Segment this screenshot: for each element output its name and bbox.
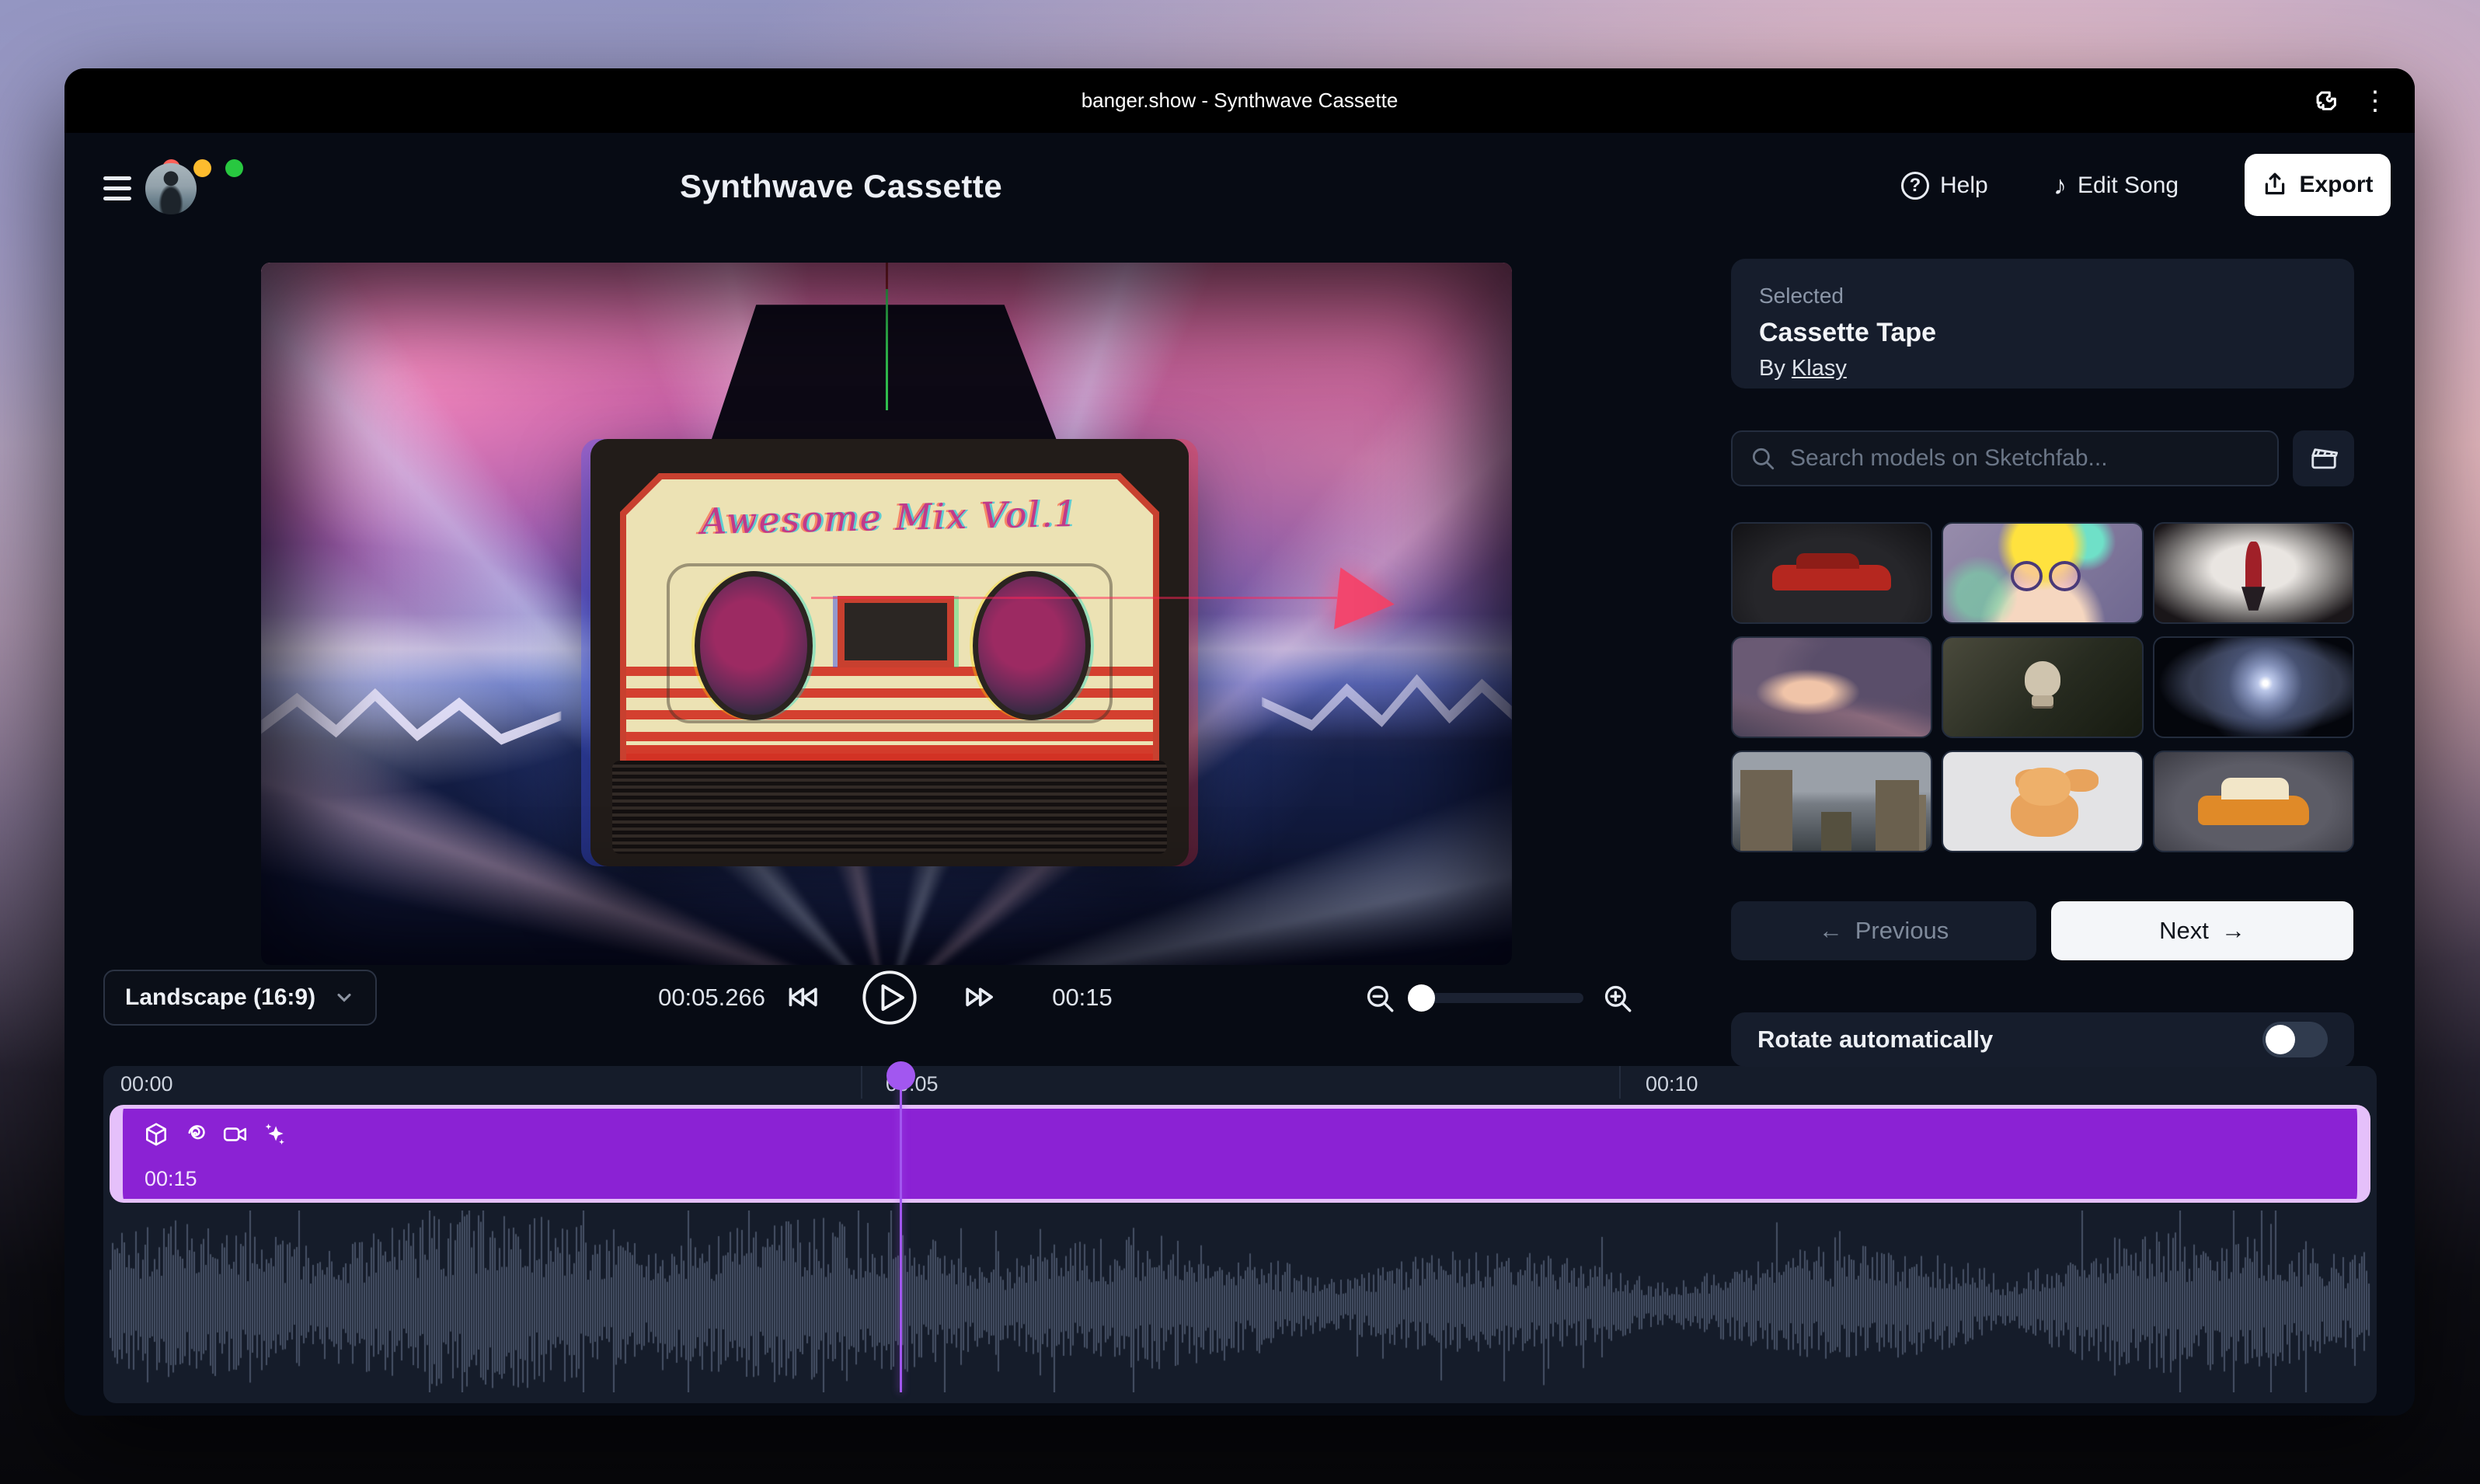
clip-duration: 00:15 <box>145 1167 197 1191</box>
timeline-zoom-slider[interactable] <box>1412 993 1583 1003</box>
spiral-icon <box>183 1121 209 1148</box>
rotate-setting-card: Rotate automatically <box>1731 1012 2354 1067</box>
thumbnail-red-sports-car[interactable] <box>1731 522 1932 624</box>
fast-forward-button[interactable] <box>962 970 998 1026</box>
thumbnail-abandoned-city[interactable] <box>1731 751 1932 852</box>
playhead-handle[interactable] <box>886 1061 915 1090</box>
ruler-tick: 00:00 <box>120 1072 173 1096</box>
ruler-separator <box>1619 1066 1621 1099</box>
search-icon <box>1750 445 1776 472</box>
total-duration: 00:15 <box>1036 970 1129 1026</box>
next-label: Next <box>2159 917 2209 945</box>
ruler-separator <box>861 1066 862 1099</box>
thumbnail-orange-toy-car[interactable] <box>2153 751 2354 852</box>
app-window: banger.show - Synthwave Cassette ⋮ Synth… <box>64 68 2415 1416</box>
playhead-line[interactable] <box>900 1086 902 1392</box>
edit-song-label: Edit Song <box>2078 172 2179 199</box>
sparkles-icon <box>262 1121 288 1148</box>
export-icon <box>2262 172 2288 198</box>
model-search[interactable] <box>1731 430 2279 486</box>
model-grid <box>1731 522 2354 852</box>
selected-model-name: Cassette Tape <box>1759 318 2326 348</box>
selected-label: Selected <box>1759 284 2326 308</box>
thumbnail-shiba-dog[interactable] <box>1942 751 2143 852</box>
thumbnail-clouds-airship[interactable] <box>1731 636 1932 738</box>
zoom-out-icon[interactable] <box>1364 982 1396 1015</box>
rewind-button[interactable] <box>785 970 821 1026</box>
extensions-icon[interactable] <box>2312 87 2340 115</box>
help-label: Help <box>1940 172 1988 199</box>
play-button[interactable] <box>859 970 920 1026</box>
vignette <box>261 263 1512 965</box>
by-label: By <box>1759 356 1785 381</box>
music-note-icon: ♪ <box>2053 171 2067 201</box>
cube-3d-icon <box>143 1121 169 1148</box>
avatar[interactable] <box>145 163 197 214</box>
export-label: Export <box>2299 172 2373 198</box>
page-title: Synthwave Cassette <box>680 168 1002 205</box>
export-button[interactable]: Export <box>2245 154 2391 216</box>
model-clip[interactable]: 00:15 <box>110 1105 2370 1203</box>
arrow-left-icon: ← <box>1819 917 1843 945</box>
zoom-in-icon[interactable] <box>1601 982 1634 1015</box>
rotate-toggle[interactable] <box>2262 1022 2328 1057</box>
help-button[interactable]: ? Help <box>1901 168 1988 204</box>
titlebar: banger.show - Synthwave Cassette ⋮ <box>64 68 2415 133</box>
minimize-window-button[interactable] <box>193 159 211 177</box>
zoom-slider-knob[interactable] <box>1408 984 1435 1012</box>
edit-song-button[interactable]: ♪ Edit Song <box>2053 168 2179 204</box>
thumbnail-fantasy-warrior[interactable] <box>2153 522 2354 624</box>
timeline-panel[interactable]: 00:00 00:05 00:10 <box>103 1066 2377 1403</box>
audio-waveform[interactable] <box>110 1211 2370 1392</box>
previous-page-button[interactable]: ← Previous <box>1731 901 2036 960</box>
chevron-down-icon <box>333 987 355 1008</box>
next-page-button[interactable]: Next → <box>2051 901 2353 960</box>
author-link[interactable]: Klasy <box>1792 356 1847 381</box>
thumbnail-anime-girl[interactable] <box>1942 522 2143 624</box>
aspect-ratio-value: Landscape (16:9) <box>125 984 315 1011</box>
thumbnail-skull[interactable] <box>1942 636 2143 738</box>
search-input[interactable] <box>1790 445 2260 472</box>
toggle-knob <box>2266 1025 2295 1054</box>
fullscreen-window-button[interactable] <box>225 159 243 177</box>
rotate-automatically-label: Rotate automatically <box>1757 1026 1993 1054</box>
help-icon: ? <box>1901 172 1929 200</box>
aspect-ratio-dropdown[interactable]: Landscape (16:9) <box>103 970 377 1026</box>
thumbnail-galaxy[interactable] <box>2153 636 2354 738</box>
window-title: banger.show - Synthwave Cassette <box>64 68 2415 133</box>
video-camera-icon <box>222 1121 249 1148</box>
clapperboard-button[interactable] <box>2293 430 2354 486</box>
browser-menu-icon[interactable]: ⋮ <box>2362 87 2388 115</box>
current-time: 00:05.266 <box>618 970 765 1026</box>
previous-label: Previous <box>1855 917 1949 945</box>
selected-model-card: Selected Cassette Tape By Klasy <box>1731 259 2354 388</box>
arrow-right-icon: → <box>2221 917 2245 945</box>
video-preview[interactable]: Awesome Mix Vol.1 <box>261 263 1512 965</box>
menu-hamburger-button[interactable] <box>103 176 131 201</box>
ruler-tick: 00:10 <box>1646 1072 1698 1096</box>
